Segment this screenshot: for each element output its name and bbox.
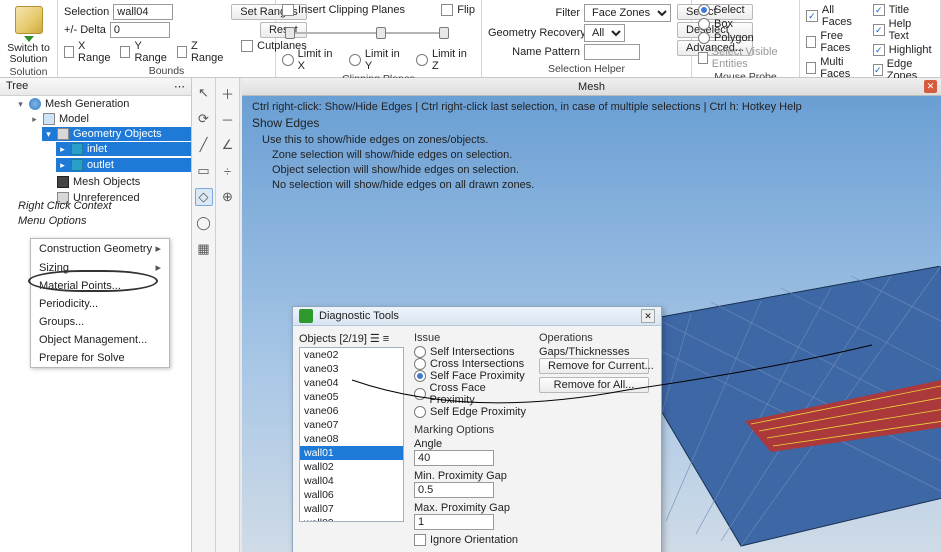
tree-inlet[interactable]: ▸inlet [56, 142, 191, 156]
tool-plus-icon[interactable]: ＋ [219, 84, 237, 102]
clipping-slider[interactable] [282, 26, 452, 40]
object-item[interactable]: wall09 [300, 516, 403, 522]
mesh-window-close-icon[interactable]: ✕ [924, 80, 937, 93]
context-menu-item[interactable]: Material Points... [31, 277, 169, 295]
zrange-checkbox[interactable]: Z Range [177, 40, 225, 64]
issue-self-edge-proximity[interactable]: Self Edge Proximity [414, 406, 529, 418]
yrange-checkbox[interactable]: Y Range [120, 40, 168, 64]
objects-list[interactable]: vane02vane03vane04vane05vane06vane07vane… [299, 347, 404, 522]
object-item[interactable]: wall07 [300, 502, 403, 516]
tree-title: Tree [6, 80, 28, 93]
geometry-recovery-select[interactable]: All [584, 24, 625, 42]
tool-line-icon[interactable]: ╱ [195, 136, 213, 154]
filter-select[interactable]: Face Zones [584, 4, 671, 22]
tool-pointer-icon[interactable]: ↖ [195, 84, 213, 102]
insert-clipping-checkbox[interactable]: Insert Clipping Planes [282, 4, 405, 16]
allfaces-checkbox[interactable]: All Faces [806, 4, 867, 28]
objects-label: Objects [2/19] [299, 333, 367, 345]
delta-input[interactable] [110, 22, 170, 38]
context-menu-item[interactable]: Object Management... [31, 331, 169, 349]
viewport-hint: Ctrl right-click: Show/Hide Edges | Ctrl… [242, 96, 941, 196]
tool-angle-icon[interactable]: ∠ [219, 136, 237, 154]
object-item[interactable]: vane04 [300, 376, 403, 390]
object-item[interactable]: wall06 [300, 488, 403, 502]
probe-box-radio[interactable]: Box [698, 18, 793, 30]
tool-grid-icon[interactable]: ▦ [195, 240, 213, 258]
diagnostic-close-icon[interactable]: ✕ [641, 309, 655, 323]
object-item[interactable]: wall01 [300, 446, 403, 460]
limity-radio[interactable]: Limit in Y [349, 48, 408, 72]
highlight-checkbox[interactable]: Highlight [873, 44, 934, 56]
object-item[interactable]: vane02 [300, 348, 403, 362]
context-menu-item[interactable]: Sizing▸ [31, 258, 169, 277]
freefaces-checkbox[interactable]: Free Faces [806, 30, 867, 54]
max-gap-input[interactable] [414, 514, 494, 530]
viewport[interactable]: Ctrl right-click: Show/Hide Edges | Ctrl… [242, 96, 941, 552]
title-checkbox[interactable]: Title [873, 4, 934, 16]
context-menu: Construction Geometry▸Sizing▸Material Po… [30, 238, 170, 368]
tree-mesh-objects[interactable]: Mesh Objects [42, 175, 191, 189]
remove-current-button[interactable]: Remove for Current... [539, 358, 649, 374]
mesh-window-titlebar: Mesh ✕ [242, 78, 941, 96]
group-label-bounds: Bounds [64, 64, 269, 79]
limitz-radio[interactable]: Limit in Z [416, 48, 475, 72]
tool-divide-icon[interactable]: ÷ [219, 162, 237, 180]
tool-rotate-icon[interactable]: ⟳ [195, 110, 213, 128]
objects-sort-icon[interactable]: ≡ [383, 333, 389, 345]
xrange-checkbox[interactable]: X Range [64, 40, 112, 64]
canvas-area: ↖ ⟳ ╱ ▭ ◇ ◯ ▦ ＋ － ∠ ÷ ⊕ Mesh ✕ Ctrl righ… [192, 78, 941, 552]
tree-collapse-icon[interactable]: ⋯ [174, 80, 185, 93]
group-label-selection-helper: Selection Helper [488, 62, 685, 77]
probe-polygon-radio[interactable]: Polygon [698, 32, 793, 44]
tool-minus-icon[interactable]: － [219, 110, 237, 128]
tree-root[interactable]: ▾Mesh Generation [14, 97, 191, 111]
tool-lasso-icon[interactable]: ◯ [195, 214, 213, 232]
remove-all-button[interactable]: Remove for All... [539, 377, 649, 393]
ignore-orientation-checkbox[interactable]: Ignore Orientation [414, 534, 529, 546]
object-item[interactable]: vane05 [300, 390, 403, 404]
angle-input[interactable] [414, 450, 494, 466]
annotation-text: Right Click ContextMenu Options [18, 198, 112, 227]
mesh-window-title: Mesh [578, 81, 605, 93]
min-gap-input[interactable] [414, 482, 494, 498]
issue-cross-face-proximity[interactable]: Cross Face Proximity [414, 382, 529, 406]
diagnostic-icon [299, 309, 313, 323]
tool-square-icon[interactable]: ▭ [195, 162, 213, 180]
selection-input[interactable] [113, 4, 173, 20]
vertical-toolbars: ↖ ⟳ ╱ ▭ ◇ ◯ ▦ ＋ － ∠ ÷ ⊕ [192, 78, 242, 552]
object-item[interactable]: wall02 [300, 460, 403, 474]
issue-cross-intersections[interactable]: Cross Intersections [414, 358, 529, 370]
flip-checkbox[interactable]: Flip [441, 4, 475, 16]
switch-to-solution-button[interactable]: Switch to Solution [6, 4, 51, 65]
tool-target-icon[interactable]: ⊕ [219, 188, 237, 206]
objects-filter-icon[interactable]: ☰ [370, 332, 380, 345]
object-item[interactable]: vane08 [300, 432, 403, 446]
tool-diamond-icon[interactable]: ◇ [195, 188, 213, 206]
object-item[interactable]: vane03 [300, 362, 403, 376]
tree-outlet[interactable]: ▸outlet [56, 158, 191, 172]
ribbon: Switch to Solution Solution Selection +/… [0, 0, 941, 78]
issue-self-face-proximity[interactable]: Self Face Proximity [414, 370, 529, 382]
tree-geometry-objects[interactable]: ▾Geometry Objects [42, 127, 191, 141]
name-pattern-input[interactable] [584, 44, 640, 60]
object-item[interactable]: vane07 [300, 418, 403, 432]
context-menu-item[interactable]: Construction Geometry▸ [31, 239, 169, 258]
limitx-radio[interactable]: Limit in X [282, 48, 341, 72]
probe-select-radio[interactable]: Select [698, 4, 793, 16]
context-menu-item[interactable]: Periodicity... [31, 295, 169, 313]
context-menu-item[interactable]: Groups... [31, 313, 169, 331]
tree-model[interactable]: ▸Model [28, 112, 191, 126]
diagnostic-title: Diagnostic Tools [319, 310, 399, 322]
object-item[interactable]: wall04 [300, 474, 403, 488]
object-item[interactable]: vane06 [300, 404, 403, 418]
context-menu-item[interactable]: Prepare for Solve [31, 349, 169, 367]
helptext-checkbox[interactable]: Help Text [873, 18, 934, 42]
multifaces-checkbox[interactable]: Multi Faces [806, 56, 867, 80]
cube-icon [15, 6, 43, 34]
issue-self-intersections[interactable]: Self Intersections [414, 346, 529, 358]
select-visible-checkbox[interactable]: Select Visible Entities [698, 46, 793, 70]
diagnostic-tools-dialog: Diagnostic Tools ✕ Objects [2/19] ☰ ≡ va… [292, 306, 662, 552]
